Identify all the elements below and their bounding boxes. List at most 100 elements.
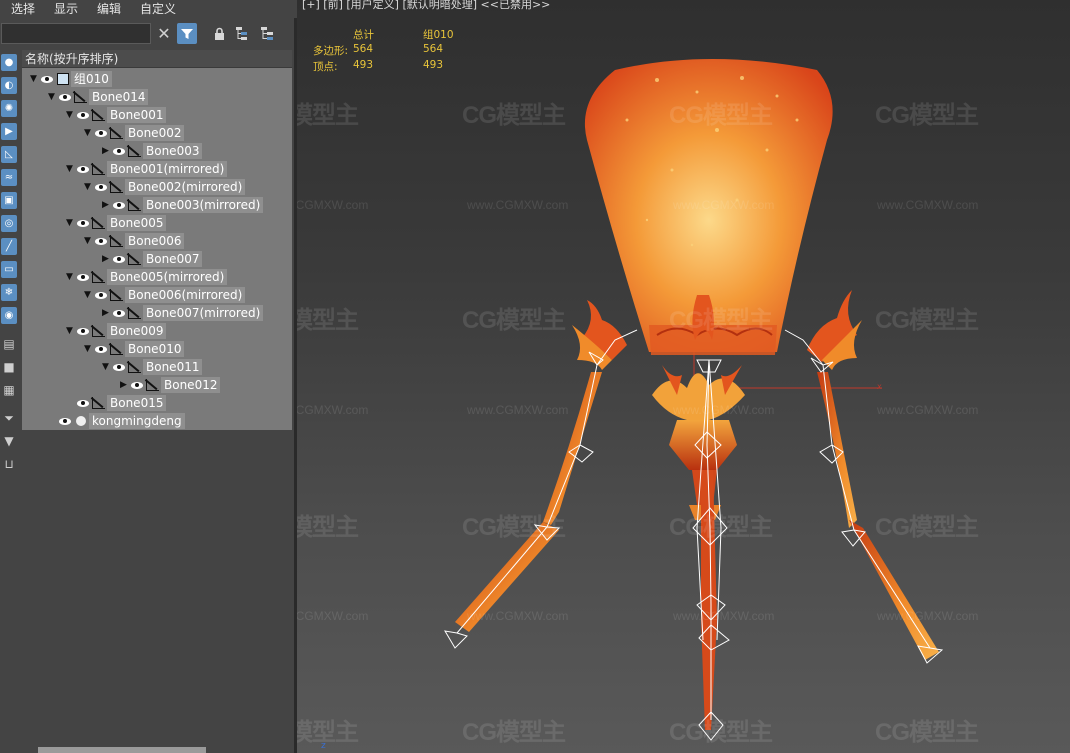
eye-icon[interactable] [111, 250, 126, 268]
expand-arrow-icon[interactable]: ▼ [28, 70, 39, 88]
eye-icon[interactable] [111, 358, 126, 376]
bracket-icon[interactable]: ⊔ [1, 455, 17, 472]
tree-row[interactable]: Bone015 [22, 394, 292, 412]
eye-icon[interactable] [57, 88, 72, 106]
eye-icon[interactable] [93, 124, 108, 142]
expand-arrow-icon[interactable]: ▼ [100, 358, 111, 376]
eye-icon[interactable] [111, 142, 126, 160]
eye-icon[interactable] [75, 394, 90, 412]
expand-arrow-icon[interactable]: ▼ [82, 340, 93, 358]
tree-row[interactable]: ▼ Bone001 [22, 106, 292, 124]
eye-icon[interactable] [75, 106, 90, 124]
expand-arrow-icon[interactable]: ▼ [64, 268, 75, 286]
tree-item-label[interactable]: Bone005(mirrored) [107, 269, 228, 285]
menu-display[interactable]: 显示 [43, 0, 86, 18]
visibility-filter-icon[interactable]: ◉ [1, 307, 17, 324]
menu-select[interactable]: 选择 [0, 0, 43, 18]
filter-off-icon[interactable]: ⏷ [1, 410, 17, 427]
expand-arrow-icon[interactable]: ▼ [82, 124, 93, 142]
front-viewport[interactable]: [+] [前] [用户定义] [默认明暗处理] <<已禁用>> 总计 组010 … [297, 0, 1070, 753]
expand-arrow-icon[interactable]: ▼ [64, 106, 75, 124]
eye-icon[interactable] [129, 376, 144, 394]
tree-item-label[interactable]: Bone007 [143, 251, 203, 267]
hierarchy-collapse-icon[interactable] [258, 23, 278, 44]
collapse-arrow-icon[interactable]: ▶ [100, 250, 111, 268]
tree-item-label[interactable]: Bone002(mirrored) [125, 179, 246, 195]
hierarchy-icon[interactable] [233, 23, 253, 44]
collapse-arrow-icon[interactable]: ▶ [100, 142, 111, 160]
cameras-filter-icon[interactable]: ▶ [1, 123, 17, 140]
shapes-filter-icon[interactable]: ◐ [1, 77, 17, 94]
column-header-name[interactable]: 名称(按升序排序) [22, 50, 292, 68]
tree-item-label[interactable]: Bone002 [125, 125, 185, 141]
tree-row[interactable]: ▶ Bone012 [22, 376, 292, 394]
eye-icon[interactable] [111, 196, 126, 214]
tree-item-label[interactable]: Bone012 [161, 377, 221, 393]
eye-icon[interactable] [93, 178, 108, 196]
eye-icon[interactable] [93, 286, 108, 304]
groups-filter-icon[interactable]: ▣ [1, 192, 17, 209]
expand-arrow-icon[interactable]: ▼ [82, 178, 93, 196]
tree-row[interactable]: ▼ 组010 [22, 70, 292, 88]
tree-item-label[interactable]: kongmingdeng [89, 413, 185, 429]
eye-icon[interactable] [93, 232, 108, 250]
tree-row[interactable]: ▶ Bone003(mirrored) [22, 196, 292, 214]
tree-row[interactable]: ▼ Bone011 [22, 358, 292, 376]
page-icon[interactable]: ■ [1, 358, 17, 375]
tree-row[interactable]: ▼ Bone002 [22, 124, 292, 142]
tree-item-label[interactable]: Bone015 [107, 395, 167, 411]
eye-icon[interactable] [75, 322, 90, 340]
tree-item-label[interactable]: Bone007(mirrored) [143, 305, 264, 321]
tree-row[interactable]: ▼ Bone002(mirrored) [22, 178, 292, 196]
eye-icon[interactable] [111, 304, 126, 322]
tree-item-label[interactable]: 组010 [71, 71, 112, 87]
tree-row[interactable]: ▼ Bone001(mirrored) [22, 160, 292, 178]
tree-row[interactable]: ▼ Bone010 [22, 340, 292, 358]
expand-arrow-icon[interactable]: ▼ [46, 88, 57, 106]
xrefs-filter-icon[interactable]: ◎ [1, 215, 17, 232]
tree-row[interactable]: ▼ Bone009 [22, 322, 292, 340]
filter-icon[interactable] [177, 23, 197, 44]
layer-icon[interactable]: ▤ [1, 335, 17, 352]
tree-item-label[interactable]: Bone014 [89, 89, 149, 105]
expand-arrow-icon[interactable]: ▼ [82, 232, 93, 250]
tree-item-label[interactable]: Bone003(mirrored) [143, 197, 264, 213]
containers-filter-icon[interactable]: ▭ [1, 261, 17, 278]
menu-edit[interactable]: 编辑 [86, 0, 129, 18]
tree-item-label[interactable]: Bone003 [143, 143, 203, 159]
collapse-arrow-icon[interactable]: ▶ [100, 304, 111, 322]
tree-row[interactable]: ▶ Bone007 [22, 250, 292, 268]
eye-icon[interactable] [75, 214, 90, 232]
tree-row[interactable]: ▼ Bone005(mirrored) [22, 268, 292, 286]
tree-item-label[interactable]: Bone005 [107, 215, 167, 231]
tree-row[interactable]: ▼ Bone006 [22, 232, 292, 250]
geometry-filter-icon[interactable]: ● [1, 54, 17, 71]
menu-customize[interactable]: 自定义 [129, 0, 184, 18]
tree-row[interactable]: kongmingdeng [22, 412, 292, 430]
expand-arrow-icon[interactable]: ▼ [82, 286, 93, 304]
expand-arrow-icon[interactable]: ▼ [64, 160, 75, 178]
tree-item-label[interactable]: Bone010 [125, 341, 185, 357]
horizontal-scrollbar[interactable] [38, 747, 206, 753]
eye-icon[interactable] [57, 412, 72, 430]
funnel-icon[interactable]: ▼ [1, 432, 17, 449]
tree-row[interactable]: ▼ Bone005 [22, 214, 292, 232]
spacewarps-filter-icon[interactable]: ≈ [1, 169, 17, 186]
collapse-arrow-icon[interactable]: ▶ [100, 196, 111, 214]
bones-filter-icon[interactable]: ╱ [1, 238, 17, 255]
eye-icon[interactable] [75, 268, 90, 286]
lights-filter-icon[interactable]: ✺ [1, 100, 17, 117]
tree-item-label[interactable]: Bone006(mirrored) [125, 287, 246, 303]
eye-icon[interactable] [93, 340, 108, 358]
eye-icon[interactable] [75, 160, 90, 178]
tree-item-label[interactable]: Bone009 [107, 323, 167, 339]
eye-icon[interactable] [39, 70, 54, 88]
tree-row[interactable]: ▼ Bone006(mirrored) [22, 286, 292, 304]
lock-icon[interactable] [209, 23, 229, 44]
tree-item-label[interactable]: Bone006 [125, 233, 185, 249]
tree-item-label[interactable]: Bone001 [107, 107, 167, 123]
tree-row[interactable]: ▼ Bone014 [22, 88, 292, 106]
tree-row[interactable]: ▶ Bone007(mirrored) [22, 304, 292, 322]
expand-arrow-icon[interactable]: ▼ [64, 322, 75, 340]
expand-arrow-icon[interactable]: ▼ [64, 214, 75, 232]
